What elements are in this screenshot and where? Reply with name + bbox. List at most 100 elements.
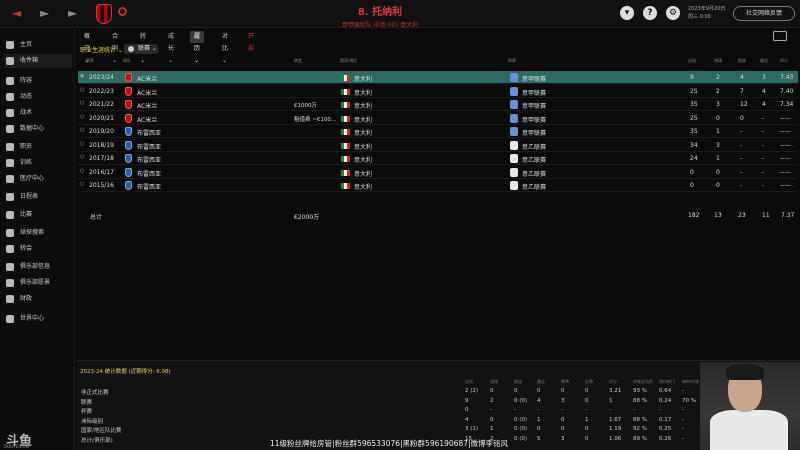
row-radio-icon[interactable]: ○ bbox=[80, 168, 84, 174]
career-row[interactable]: ○ 2015/16 布雷西亚 意大利 意乙联赛 0 0 - - ----- bbox=[78, 179, 798, 192]
stats-col-header[interactable]: 最佳 bbox=[537, 379, 545, 385]
stats-col-header[interactable]: 传球成功率 bbox=[633, 379, 653, 385]
club-cell[interactable]: 布雷西亚 bbox=[137, 128, 161, 137]
stats-col-header[interactable]: 出场 bbox=[465, 379, 473, 385]
shirt-icon[interactable]: ▾ bbox=[620, 6, 634, 20]
col-assists[interactable]: 助攻 bbox=[738, 58, 746, 64]
league-cell[interactable]: 意甲联赛 bbox=[522, 115, 546, 124]
career-row[interactable]: ○ 2020/21 AC米兰 租借费 ~€100... 意大利 意甲联赛 25 … bbox=[78, 112, 798, 125]
sidebar-item[interactable]: 日程表 bbox=[4, 190, 72, 204]
stats-col-header[interactable]: 每90分钟 bbox=[682, 379, 699, 385]
row-radio-icon[interactable]: ○ bbox=[80, 87, 84, 93]
col-season[interactable]: 赛季 bbox=[86, 58, 94, 64]
col-club[interactable]: 球队 bbox=[123, 58, 131, 64]
club-cell[interactable]: AC米兰 bbox=[137, 115, 157, 124]
league-cell[interactable]: 意乙联赛 bbox=[522, 169, 546, 178]
social-feedback-button[interactable]: 社交网络反馈 bbox=[733, 6, 795, 21]
career-row[interactable]: ○ 2022/23 AC米兰 意大利 意甲联赛 25 2 7 4 7.40 bbox=[78, 85, 798, 98]
sidebar-item[interactable]: 俱乐部信息 bbox=[4, 260, 72, 274]
row-radio-icon[interactable]: ○ bbox=[80, 181, 84, 187]
club-cell[interactable]: 布雷西亚 bbox=[137, 155, 161, 164]
career-row[interactable]: ○ 2016/17 布雷西亚 意大利 意乙联赛 0 0 - - ----- bbox=[78, 166, 798, 179]
col-apps[interactable]: 出场 bbox=[688, 58, 696, 64]
stats-col-header[interactable]: 助攻 bbox=[514, 379, 522, 385]
col-rating[interactable]: 评分 bbox=[780, 58, 788, 64]
sidebar-item[interactable]: 医疗中心 bbox=[4, 172, 72, 186]
tab[interactable]: 成长 ⌄ bbox=[164, 31, 178, 64]
league-cell[interactable]: 意甲联赛 bbox=[522, 88, 546, 97]
career-row[interactable]: ○ 2019/20 布雷西亚 意大利 意甲联赛 35 1 - - ----- bbox=[78, 125, 798, 138]
stats-cell: 0.17 bbox=[659, 416, 672, 423]
tab[interactable]: 转会 ⌄ bbox=[136, 31, 150, 64]
sidebar-item[interactable]: 俱乐部愿景 bbox=[4, 276, 72, 290]
settings-icon[interactable]: ⚙ bbox=[666, 6, 680, 20]
sidebar-item[interactable]: 职员 bbox=[4, 140, 72, 154]
career-row[interactable]: ○ 2017/18 布雷西亚 意大利 意乙联赛 24 1 - - ----- bbox=[78, 152, 798, 165]
club-cell[interactable]: AC米兰 bbox=[137, 101, 157, 110]
career-row[interactable]: ○ 2018/19 布雷西亚 意大利 意乙联赛 34 3 - - ----- bbox=[78, 139, 798, 152]
career-row[interactable]: ○ 2021/22 AC米兰 €1000万 意大利 意甲联赛 35 3 12 4… bbox=[78, 98, 798, 111]
stats-col-header[interactable]: 黄牌 bbox=[561, 379, 569, 385]
search-icon[interactable] bbox=[118, 7, 127, 16]
sidebar-item[interactable]: 转会 bbox=[4, 242, 72, 256]
sidebar-item[interactable]: 收件箱 bbox=[4, 54, 72, 68]
tab[interactable]: 对比 ⌄ bbox=[218, 31, 232, 64]
sidebar-item[interactable]: 比赛 bbox=[4, 208, 72, 222]
league-cell[interactable]: 意乙联赛 bbox=[522, 142, 546, 151]
stats-col-header[interactable]: 红牌 bbox=[585, 379, 593, 385]
tab[interactable]: 合同 ⌄ bbox=[108, 31, 122, 64]
col-goals[interactable]: 进球 bbox=[714, 58, 722, 64]
col-pom[interactable]: 最佳 bbox=[760, 58, 768, 64]
tab[interactable]: 履历 ⌄ bbox=[190, 31, 205, 64]
row-radio-icon[interactable]: ○ bbox=[80, 100, 84, 106]
league-cell[interactable]: 意甲联赛 bbox=[522, 101, 546, 110]
stats-col-header[interactable]: 评分 bbox=[609, 379, 617, 385]
sidebar-item[interactable]: 战术 bbox=[4, 106, 72, 120]
career-row[interactable]: ◉ 2023/24 AC米兰 意大利 意甲联赛 9 2 4 3 7.43 bbox=[78, 71, 798, 84]
club-cell[interactable]: 布雷西亚 bbox=[137, 182, 161, 191]
season-cell: 2023/24 bbox=[89, 74, 114, 81]
sidebar-item[interactable]: 动态 bbox=[4, 90, 72, 104]
sidebar-item[interactable]: 训练 bbox=[4, 156, 72, 170]
game-date[interactable]: 2023年9月20日 周三 0:00 bbox=[688, 5, 725, 21]
row-radio-icon[interactable]: ○ bbox=[80, 127, 84, 133]
rating-cell: ----- bbox=[780, 114, 791, 122]
league-cell[interactable]: 意乙联赛 bbox=[522, 182, 546, 191]
league-badge-icon bbox=[510, 127, 518, 136]
stats-col-header[interactable]: 场均射门 bbox=[659, 379, 675, 385]
club-cell[interactable]: 布雷西亚 bbox=[137, 142, 161, 151]
club-crest-icon[interactable] bbox=[96, 4, 112, 24]
club-cell[interactable]: AC米兰 bbox=[137, 74, 157, 83]
forward-button[interactable]: ► bbox=[40, 6, 49, 20]
stats-row-label: 洲际级别 bbox=[81, 418, 104, 425]
sidebar-item[interactable]: 主页 bbox=[4, 38, 72, 52]
league-cell[interactable]: 意甲联赛 bbox=[522, 74, 546, 83]
col-fee[interactable]: 转会 bbox=[294, 58, 302, 64]
back-button[interactable]: ◄ bbox=[12, 6, 21, 20]
league-cell[interactable]: 意甲联赛 bbox=[522, 128, 546, 137]
forward-alt-button[interactable]: ► bbox=[68, 6, 77, 20]
col-league[interactable]: 联赛 bbox=[508, 58, 516, 64]
sidebar-item[interactable]: 球探搜索 bbox=[4, 226, 72, 240]
screen-icon[interactable] bbox=[773, 31, 787, 41]
assists-cell: - bbox=[740, 155, 743, 162]
row-radio-icon[interactable]: ○ bbox=[80, 114, 84, 120]
col-nation[interactable]: 国家/地区 bbox=[340, 58, 357, 64]
tab[interactable]: 开启 bbox=[244, 31, 258, 52]
help-icon[interactable]: ? bbox=[643, 6, 657, 20]
sidebar-item[interactable]: 数据中心 bbox=[4, 122, 72, 136]
row-radio-icon[interactable]: ○ bbox=[80, 141, 84, 147]
stats-col-header[interactable]: 进球 bbox=[490, 379, 498, 385]
goals-cell: 3 bbox=[716, 141, 720, 149]
league-cell[interactable]: 意乙联赛 bbox=[522, 155, 546, 164]
row-radio-icon[interactable]: ◉ bbox=[80, 73, 84, 79]
sidebar-item[interactable]: 阵容 bbox=[4, 74, 72, 88]
sidebar-item[interactable]: 世界中心 bbox=[4, 312, 72, 326]
league-filter-dropdown[interactable]: 联赛 ⌄ bbox=[124, 44, 158, 54]
row-radio-icon[interactable]: ○ bbox=[80, 154, 84, 160]
club-cell[interactable]: AC米兰 bbox=[137, 88, 157, 97]
career-section-title[interactable]: 职业生涯统计 ⌄ bbox=[80, 45, 123, 54]
tab[interactable]: 概况 ⌄ bbox=[80, 31, 94, 64]
club-cell[interactable]: 布雷西亚 bbox=[137, 169, 161, 178]
sidebar-item[interactable]: 财政 bbox=[4, 292, 72, 306]
